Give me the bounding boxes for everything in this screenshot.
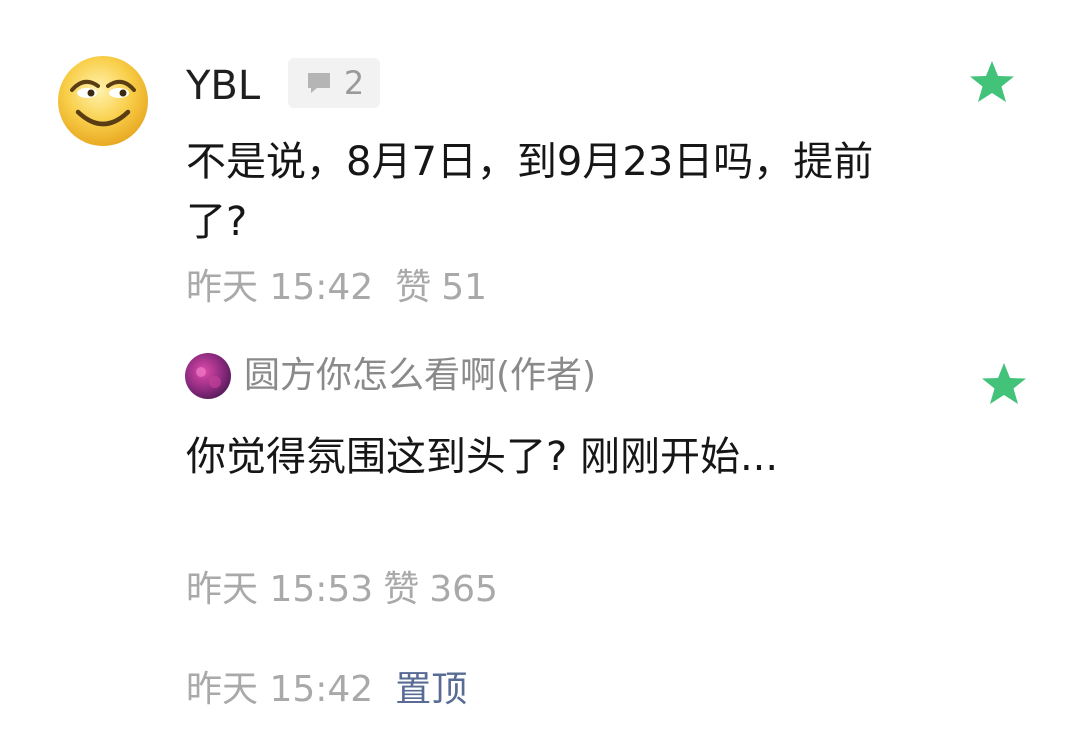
reply-author-avatar[interactable] <box>184 352 232 400</box>
comment-like-count: 51 <box>441 267 488 308</box>
star-icon <box>982 363 1026 404</box>
comment-text: 不是说，8月7日，到9月23日吗，提前了? <box>186 139 874 245</box>
reply-like-count: 365 <box>429 569 498 610</box>
star-icon <box>970 61 1014 102</box>
reply-count-badge[interactable]: 2 <box>288 58 380 108</box>
commenter-username[interactable]: YBL <box>186 60 260 112</box>
comment-meta: 昨天 15:42 赞 51 <box>186 264 487 312</box>
reply-time: 昨天 15:53 <box>186 569 374 610</box>
comment-like-button[interactable]: 赞 <box>395 267 431 308</box>
emoji-smirk-avatar-icon <box>58 56 148 146</box>
reply-count: 2 <box>343 64 365 102</box>
footer-meta: 昨天 15:42 置顶 <box>186 666 467 714</box>
favorite-comment-button[interactable] <box>968 58 1016 106</box>
footer-time: 昨天 15:42 <box>186 669 374 710</box>
speech-bubble-icon <box>307 73 330 93</box>
reply-author-name[interactable]: 圆方你怎么看啊(作者) <box>244 350 596 402</box>
pin-button[interactable]: 置顶 <box>395 669 467 710</box>
purple-avatar-icon <box>185 353 231 399</box>
favorite-reply-button[interactable] <box>980 360 1028 408</box>
reply-text: 你觉得氛围这到头了? 刚刚开始... <box>186 434 779 480</box>
comment-time: 昨天 15:42 <box>186 267 374 308</box>
reply-like-button[interactable]: 赞 <box>383 569 419 610</box>
reply-meta: 昨天 15:53 赞 365 <box>186 566 498 614</box>
commenter-avatar[interactable] <box>56 54 150 148</box>
